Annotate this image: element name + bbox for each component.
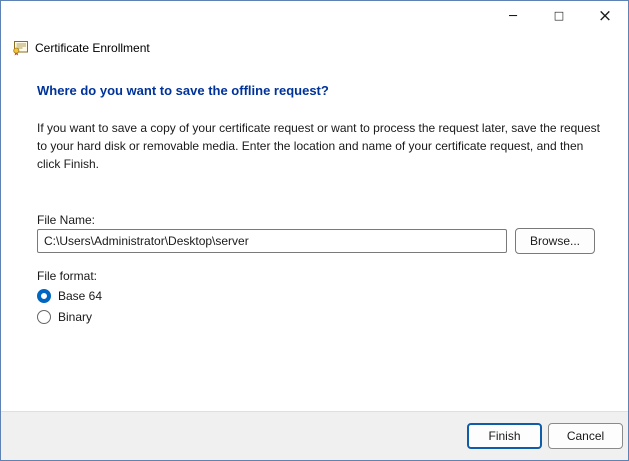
minimize-button[interactable]: ─ — [490, 1, 536, 31]
certificate-icon — [11, 40, 29, 56]
radio-base64-control[interactable] — [37, 289, 51, 303]
radio-option-base64[interactable]: Base 64 — [37, 289, 102, 303]
cancel-button[interactable]: Cancel — [548, 423, 623, 449]
file-name-input[interactable] — [37, 229, 507, 253]
caption-buttons: ─ □ × — [490, 1, 628, 31]
app-title: Certificate Enrollment — [35, 41, 150, 55]
page-description: If you want to save a copy of your certi… — [37, 119, 603, 173]
radio-base64-label: Base 64 — [58, 289, 102, 303]
close-button[interactable]: × — [582, 1, 628, 31]
certificate-enrollment-window: ─ □ × Certificate Enrollment Where do — [0, 0, 629, 461]
file-name-label: File Name: — [37, 213, 95, 227]
radio-option-binary[interactable]: Binary — [37, 310, 92, 324]
file-format-label: File format: — [37, 269, 97, 283]
wizard-footer: Finish Cancel — [1, 411, 628, 460]
browse-button[interactable]: Browse... — [515, 228, 595, 254]
radio-binary-label: Binary — [58, 310, 92, 324]
maximize-button[interactable]: □ — [536, 1, 582, 31]
radio-binary-control[interactable] — [37, 310, 51, 324]
finish-button[interactable]: Finish — [467, 423, 542, 449]
close-icon: × — [598, 8, 612, 25]
titlebar: ─ □ × — [1, 1, 628, 31]
wizard-header: Certificate Enrollment — [1, 31, 628, 65]
maximize-icon: □ — [554, 10, 564, 21]
page-title: Where do you want to save the offline re… — [37, 83, 329, 98]
minimize-icon: ─ — [509, 10, 517, 23]
wizard-content: Where do you want to save the offline re… — [1, 65, 628, 411]
